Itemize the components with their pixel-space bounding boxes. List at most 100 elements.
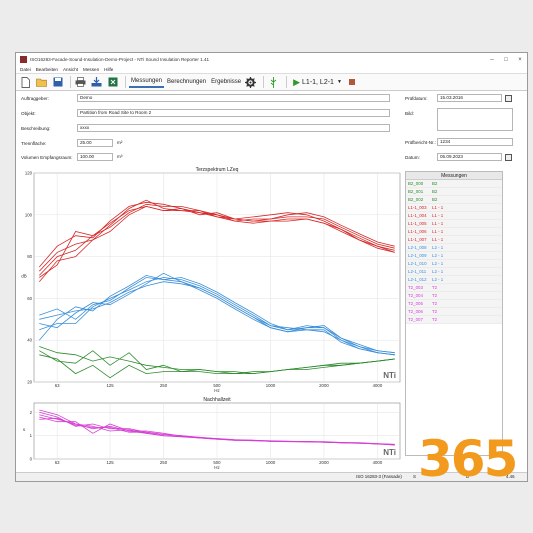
measurement-row[interactable]: L1-1_004 L1 - 1: [406, 212, 502, 220]
nti-logo: NTi: [383, 448, 396, 457]
measurement-row[interactable]: B2_002 B2: [406, 196, 502, 204]
tab-messungen[interactable]: Messungen: [129, 76, 165, 88]
y-axis-label: s: [23, 427, 26, 432]
measurement-position: L2 - 1: [432, 277, 444, 282]
volumen-field[interactable]: 100.00: [77, 153, 113, 161]
measurement-position: B2: [432, 197, 438, 202]
measurement-row[interactable]: L2-1_011 L2 - 1: [406, 268, 502, 276]
x-tick-label: 63: [55, 383, 60, 388]
measurement-row[interactable]: L1-1_006 L1 - 1: [406, 228, 502, 236]
auftraggeber-field[interactable]: Demo: [77, 94, 390, 102]
measurement-name: L1-1_007: [408, 237, 427, 242]
new-file-icon[interactable]: [19, 76, 32, 89]
minimize-button[interactable]: –: [485, 57, 499, 63]
trennflaeche-field[interactable]: 25.00: [77, 139, 113, 147]
calendar-icon[interactable]: [505, 154, 512, 161]
stop-icon[interactable]: [348, 79, 355, 85]
measurement-row[interactable]: T2_004 T2: [406, 292, 502, 300]
measurement-position: L2 - 1: [432, 269, 444, 274]
y-tick-label: 80: [27, 254, 32, 259]
save-icon[interactable]: [51, 76, 64, 89]
pruefdatum-field[interactable]: 15.03.2016: [437, 94, 502, 102]
toolbar-separator: [263, 76, 265, 88]
measurement-row[interactable]: L2-1_008 L2 - 1: [406, 244, 502, 252]
menu-bar: Datei Bearbeiten Ansicht Messen Hilfe: [16, 66, 527, 74]
measurement-row[interactable]: B2_000 B2: [406, 180, 502, 188]
x-tick-label: 1000: [266, 383, 276, 388]
measurement-row[interactable]: T2_003 T2: [406, 284, 502, 292]
channel-selector[interactable]: L1-1, L2-1: [302, 79, 334, 86]
bild-field[interactable]: [437, 108, 513, 131]
measurement-name: T2_003: [408, 285, 423, 290]
y-tick-label: 2: [30, 410, 33, 415]
menu-hilfe[interactable]: Hilfe: [104, 67, 113, 72]
x-axis-label: Hz: [214, 465, 220, 470]
measurement-row[interactable]: L2-1_009 L2 - 1: [406, 252, 502, 260]
measurement-row[interactable]: L2-1_010 L2 - 1: [406, 260, 502, 268]
excel-export-icon[interactable]: [106, 76, 119, 89]
measurement-position: L2 - 1: [432, 253, 444, 258]
measurement-row[interactable]: T2_005 T2: [406, 300, 502, 308]
menu-datei[interactable]: Datei: [20, 67, 31, 72]
x-tick-label: 125: [106, 383, 114, 388]
x-tick-label: 250: [160, 460, 168, 465]
measurement-row[interactable]: L1-1_003 L1 - 1: [406, 204, 502, 212]
open-folder-icon[interactable]: [35, 76, 48, 89]
spectrum-chart: Terzspektrum LZeq2040608010012063 125 250 5…: [21, 167, 401, 393]
play-icon[interactable]: ▶: [293, 77, 300, 88]
measurement-position: T2: [432, 293, 438, 298]
menu-ansicht[interactable]: Ansicht: [63, 67, 78, 72]
status-extra1: S: [413, 474, 416, 479]
beschreibung-field[interactable]: xxxx: [77, 124, 390, 132]
y-tick-label: 60: [27, 296, 32, 301]
nti-logo: NTi: [383, 371, 396, 380]
measurement-row[interactable]: T2_007 T2: [406, 316, 502, 324]
measurement-position: L2 - 1: [432, 245, 444, 250]
pruefbericht-label: Prüfbericht-Nr.:: [405, 140, 436, 145]
y-tick-label: 20: [27, 380, 32, 385]
measurement-row[interactable]: L1-1_007 L1 - 1: [406, 236, 502, 244]
measurement-name: T2_005: [408, 301, 423, 306]
measurement-name: B2_000: [408, 181, 424, 186]
measurement-name: L2-1_010: [408, 261, 427, 266]
print-icon[interactable]: [74, 76, 87, 89]
tab-berechnungen[interactable]: Berechnungen: [165, 77, 208, 87]
objekt-field[interactable]: Partition from Road Site to Room 2: [77, 109, 390, 117]
toolbar-separator: [286, 76, 288, 88]
auftraggeber-label: Auftraggeber:: [21, 96, 49, 101]
measurement-name: L2-1_011: [408, 269, 427, 274]
measurement-row[interactable]: L1-1_005 L1 - 1: [406, 220, 502, 228]
y-tick-label: 100: [25, 212, 33, 217]
import-icon[interactable]: [90, 76, 103, 89]
objekt-label: Objekt:: [21, 111, 36, 116]
close-button[interactable]: ×: [513, 57, 527, 63]
datum-field[interactable]: 05.09.2023: [437, 153, 502, 161]
x-tick-label: 4000: [373, 383, 383, 388]
measurement-row[interactable]: T2_006 T2: [406, 308, 502, 316]
measurement-row[interactable]: B2_001 B2: [406, 188, 502, 196]
measurement-row[interactable]: L2-1_012 L2 - 1: [406, 276, 502, 284]
trennflaeche-unit: m²: [117, 140, 123, 145]
measurement-position: L1 - 1: [432, 229, 444, 234]
maximize-button[interactable]: □: [499, 57, 513, 63]
menu-messen[interactable]: Messen: [83, 67, 99, 72]
measurement-position: B2: [432, 189, 438, 194]
measurement-position: T2: [432, 285, 438, 290]
x-tick-label: 63: [55, 460, 60, 465]
pruefbericht-field[interactable]: 1234: [437, 138, 513, 146]
x-tick-label: 4000: [373, 460, 383, 465]
gear-icon[interactable]: [244, 76, 257, 89]
measurement-position: L1 - 1: [432, 237, 444, 242]
measurement-name: L2-1_008: [408, 245, 427, 250]
x-tick-label: 125: [106, 460, 114, 465]
measurement-position: L2 - 1: [432, 261, 444, 266]
calendar-icon[interactable]: [505, 95, 512, 102]
menu-bearbeiten[interactable]: Bearbeiten: [36, 67, 58, 72]
measurement-position: L1 - 1: [432, 205, 444, 210]
chart-title: Nachhallzeit: [203, 397, 231, 403]
tab-ergebnisse[interactable]: Ergebnisse: [209, 77, 243, 87]
chevron-down-icon[interactable]: ▼: [337, 79, 342, 85]
volumen-label: Volumen Empfangsraum:: [21, 155, 73, 160]
toolbar-separator: [70, 76, 71, 88]
usb-icon[interactable]: [267, 76, 280, 89]
